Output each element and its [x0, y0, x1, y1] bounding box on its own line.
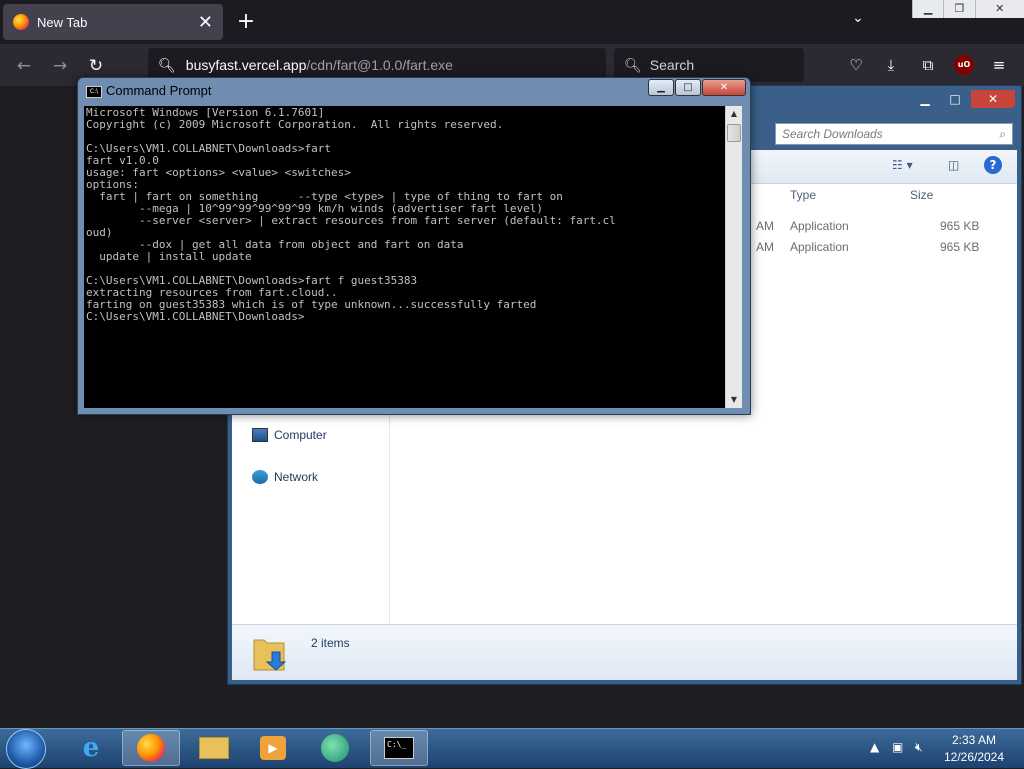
row-type: Application — [790, 219, 849, 233]
minimize-button[interactable]: ▁ — [912, 0, 944, 18]
scroll-down-icon[interactable]: ▼ — [726, 392, 742, 408]
taskbar-app[interactable] — [306, 730, 364, 766]
chevron-down-icon[interactable]: ⌄ — [846, 10, 870, 34]
search-placeholder: Search — [649, 57, 695, 73]
console-output[interactable]: Microsoft Windows [Version 6.1.7601] Cop… — [84, 106, 725, 408]
folder-icon — [199, 737, 229, 759]
firefox-icon — [13, 14, 29, 30]
row-date-fragment: AM — [756, 240, 774, 254]
taskbar-firefox[interactable] — [122, 730, 180, 766]
cmd-close-button[interactable]: ✕ — [702, 79, 746, 96]
preview-pane-icon[interactable]: ◫ — [948, 158, 959, 172]
restore-button[interactable]: ❐ — [943, 0, 975, 18]
app-icon — [321, 734, 349, 762]
column-header-size[interactable]: Size — [910, 188, 933, 202]
cmd-title: Command Prompt — [106, 83, 212, 98]
clock-date: 12/26/2024 — [943, 750, 1005, 764]
nav-item-computer[interactable]: Computer — [252, 428, 327, 442]
command-prompt-window[interactable]: C:\ Command Prompt ▁ □ ✕ Microsoft Windo… — [77, 77, 751, 415]
cmd-icon: C:\_ — [384, 737, 414, 759]
cmd-icon: C:\ — [86, 86, 102, 98]
scroll-thumb[interactable] — [727, 124, 741, 142]
network-icon — [252, 470, 268, 484]
nav-item-label: Computer — [274, 428, 327, 442]
reload-button[interactable]: ↻ — [82, 52, 110, 80]
explorer-search-input[interactable]: Search Downloads ⌕ — [775, 123, 1013, 145]
close-tab-icon[interactable]: ✕ — [198, 12, 213, 33]
close-button[interactable]: ✕ — [974, 0, 1024, 18]
search-icon: 🔍︎ — [624, 56, 642, 73]
computer-icon — [252, 428, 268, 442]
downloads-folder-icon — [253, 639, 286, 671]
extensions-icon[interactable]: ⧉ — [917, 54, 939, 76]
explorer-maximize-button[interactable]: □ — [941, 90, 969, 108]
taskbar-media-player[interactable]: ▶ — [244, 730, 302, 766]
pocket-icon[interactable]: ♡ — [845, 54, 867, 76]
cmd-maximize-button[interactable]: □ — [675, 79, 701, 96]
nav-item-network[interactable]: Network — [252, 470, 318, 484]
explorer-search-placeholder: Search Downloads — [782, 127, 883, 141]
explorer-close-button[interactable]: ✕ — [971, 90, 1015, 108]
help-icon[interactable]: ? — [984, 156, 1002, 174]
details-pane — [232, 624, 1017, 680]
row-size: 965 KB — [940, 240, 980, 254]
firefox-icon — [137, 734, 165, 762]
row-type: Application — [790, 240, 849, 254]
view-options-icon[interactable]: ☷ ▾ — [892, 158, 913, 172]
new-tab-button[interactable]: + — [232, 8, 260, 36]
start-button[interactable] — [6, 729, 46, 769]
url-path: /cdn/fart@1.0.0/fart.exe — [306, 57, 453, 73]
tab-new-tab[interactable]: New Tab ✕ — [3, 4, 223, 40]
downloads-icon[interactable]: ⤓ — [880, 54, 902, 76]
search-icon: ⌕ — [999, 126, 1006, 141]
item-count: 2 items — [311, 636, 350, 650]
back-button[interactable]: ← — [10, 52, 38, 80]
clock-time: 2:33 AM — [951, 733, 997, 747]
network-status-icon[interactable]: ▣ — [892, 740, 903, 754]
menu-icon[interactable]: ≡ — [988, 54, 1010, 76]
internet-explorer-icon: e — [82, 733, 100, 763]
tab-title: New Tab — [37, 14, 88, 30]
taskbar-cmd[interactable]: C:\_ — [370, 730, 428, 766]
volume-muted-icon[interactable]: 🔇︎ — [915, 740, 923, 755]
search-icon: 🔍︎ — [158, 56, 176, 73]
media-player-icon: ▶ — [260, 736, 286, 760]
scroll-up-icon[interactable]: ▲ — [726, 106, 742, 122]
nav-item-label: Network — [274, 470, 319, 484]
taskbar-ie[interactable]: e — [62, 730, 120, 766]
console-scrollbar[interactable]: ▲ ▼ — [725, 106, 742, 408]
row-size: 965 KB — [940, 219, 980, 233]
cmd-minimize-button[interactable]: ▁ — [648, 79, 674, 96]
taskbar-explorer[interactable] — [185, 730, 243, 766]
row-date-fragment: AM — [756, 219, 774, 233]
explorer-minimize-button[interactable]: ▁ — [911, 90, 939, 108]
column-header-type[interactable]: Type — [790, 188, 816, 202]
window-controls: ▁ ❐ ✕ — [912, 0, 1024, 18]
system-clock[interactable]: 2:33 AM 12/26/2024 — [934, 732, 1014, 766]
console-text: Microsoft Windows [Version 6.1.7601] Cop… — [86, 106, 616, 323]
show-hidden-icons[interactable]: ▲ — [870, 740, 879, 754]
url-host: busyfast.vercel.app — [185, 57, 307, 73]
ublock-origin-icon[interactable]: uO — [954, 55, 974, 75]
forward-button[interactable]: → — [46, 52, 74, 80]
